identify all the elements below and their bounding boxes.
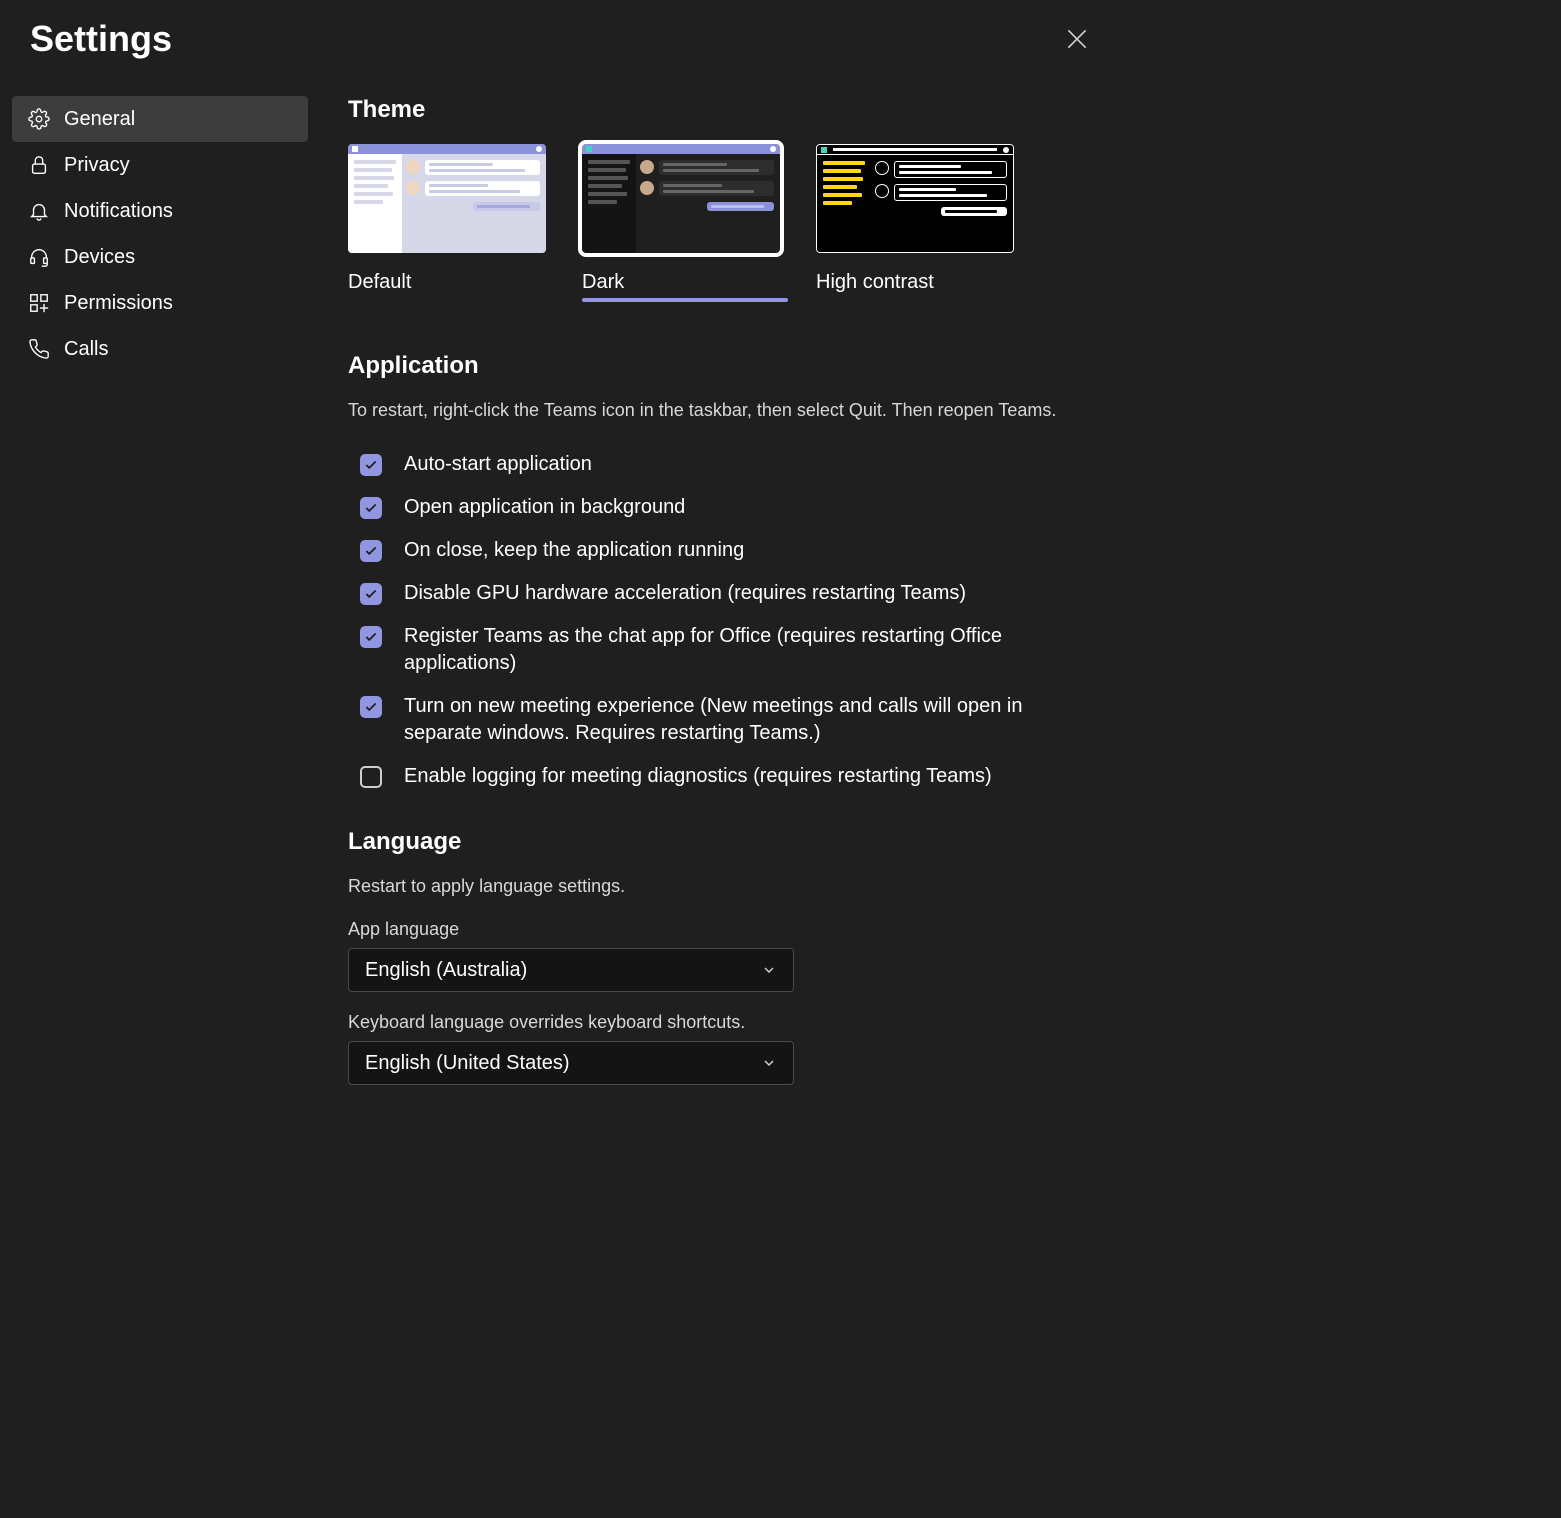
theme-options: Default xyxy=(348,144,1100,302)
app-language-select[interactable]: English (Australia) xyxy=(348,948,794,992)
sidebar-item-label: General xyxy=(64,108,135,131)
sidebar-item-label: Notifications xyxy=(64,200,173,223)
sidebar-item-calls[interactable]: Calls xyxy=(12,326,308,372)
checkbox[interactable] xyxy=(360,766,382,788)
sidebar-item-label: Privacy xyxy=(64,154,130,177)
close-button[interactable] xyxy=(1064,26,1090,52)
checkbox-label: Disable GPU hardware acceleration (requi… xyxy=(404,580,1100,607)
sidebar-item-label: Devices xyxy=(64,246,135,269)
checkbox[interactable] xyxy=(360,454,382,476)
checkbox-label: Register Teams as the chat app for Offic… xyxy=(404,623,1100,677)
application-check-row: Auto-start application xyxy=(348,443,1100,486)
theme-heading: Theme xyxy=(348,96,1100,124)
apps-icon xyxy=(28,292,50,314)
checkbox-label: Turn on new meeting experience (New meet… xyxy=(404,693,1100,747)
keyboard-language-note: Keyboard language overrides keyboard sho… xyxy=(348,1012,1100,1033)
application-check-row: Enable logging for meeting diagnostics (… xyxy=(348,755,1100,798)
theme-thumb-default xyxy=(348,144,546,253)
checkbox[interactable] xyxy=(360,540,382,562)
keyboard-language-value: English (United States) xyxy=(365,1052,570,1075)
checkbox-label: Open application in background xyxy=(404,494,1100,521)
application-check-row: On close, keep the application running xyxy=(348,529,1100,572)
checkbox[interactable] xyxy=(360,626,382,648)
theme-label: Dark xyxy=(582,271,788,294)
chevron-down-icon xyxy=(761,1055,777,1071)
theme-option-dark[interactable]: Dark xyxy=(582,144,788,302)
keyboard-language-select[interactable]: English (United States) xyxy=(348,1041,794,1085)
app-language-value: English (Australia) xyxy=(365,959,527,982)
sidebar-item-permissions[interactable]: Permissions xyxy=(12,280,308,326)
checkbox-label: Enable logging for meeting diagnostics (… xyxy=(404,763,1100,790)
language-note: Restart to apply language settings. xyxy=(348,876,1100,897)
sidebar-item-label: Permissions xyxy=(64,292,173,315)
close-icon xyxy=(1064,26,1090,52)
application-check-row: Open application in background xyxy=(348,486,1100,529)
theme-option-default[interactable]: Default xyxy=(348,144,554,302)
theme-thumb-dark xyxy=(582,144,780,253)
headset-icon xyxy=(28,246,50,268)
lock-icon xyxy=(28,154,50,176)
checkbox-label: On close, keep the application running xyxy=(404,537,1100,564)
application-checks: Auto-start application Open application i… xyxy=(348,443,1100,798)
checkbox[interactable] xyxy=(360,696,382,718)
sidebar-item-label: Calls xyxy=(64,338,108,361)
checkbox[interactable] xyxy=(360,497,382,519)
theme-thumb-high-contrast xyxy=(816,144,1014,253)
sidebar-item-notifications[interactable]: Notifications xyxy=(12,188,308,234)
application-check-row: Turn on new meeting experience (New meet… xyxy=(348,685,1100,755)
application-note: To restart, right-click the Teams icon i… xyxy=(348,400,1100,421)
page-title: Settings xyxy=(30,18,172,60)
sidebar-item-devices[interactable]: Devices xyxy=(12,234,308,280)
checkbox[interactable] xyxy=(360,583,382,605)
phone-icon xyxy=(28,338,50,360)
sidebar-item-general[interactable]: General xyxy=(12,96,308,142)
bell-icon xyxy=(28,200,50,222)
settings-header: Settings xyxy=(0,0,1120,60)
chevron-down-icon xyxy=(761,962,777,978)
checkbox-label: Auto-start application xyxy=(404,451,1100,478)
application-check-row: Register Teams as the chat app for Offic… xyxy=(348,615,1100,685)
application-check-row: Disable GPU hardware acceleration (requi… xyxy=(348,572,1100,615)
theme-option-high-contrast[interactable]: High contrast xyxy=(816,144,1022,302)
sidebar-item-privacy[interactable]: Privacy xyxy=(12,142,308,188)
settings-sidebar: General Privacy Notifications Devices Pe… xyxy=(0,96,320,1096)
theme-label: Default xyxy=(348,271,554,294)
application-heading: Application xyxy=(348,352,1100,380)
gear-icon xyxy=(28,108,50,130)
settings-content: Theme xyxy=(320,96,1120,1096)
language-heading: Language xyxy=(348,828,1100,856)
app-language-label: App language xyxy=(348,919,1100,940)
theme-label: High contrast xyxy=(816,271,1022,294)
